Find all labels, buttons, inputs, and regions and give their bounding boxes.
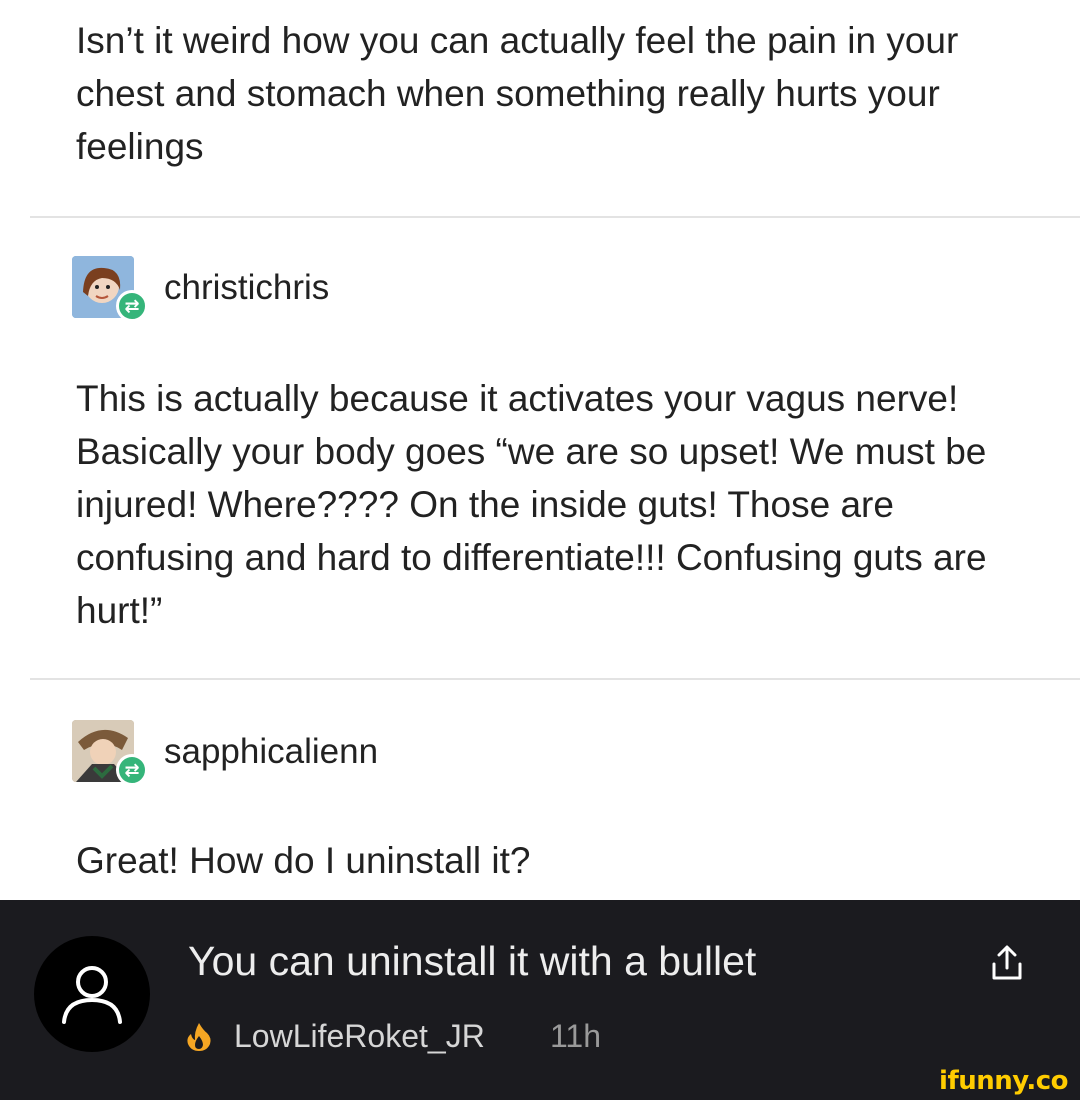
comment-bar: You can uninstall it with a bullet LowLi…	[0, 900, 1080, 1100]
original-post-text: Isn’t it weird how you can actually feel…	[76, 20, 959, 167]
post-screenshot: Isn’t it weird how you can actually feel…	[0, 0, 1080, 900]
comment-text: You can uninstall it with a bullet	[188, 938, 757, 984]
reblog-icon: ⇄	[116, 754, 148, 786]
divider	[30, 216, 1080, 218]
reply-text: Great! How do I uninstall it?	[76, 840, 531, 881]
comment-username[interactable]: LowLifeRoket_JR	[234, 1018, 485, 1055]
watermark: ifunny.co	[939, 1066, 1068, 1096]
user-avatar-icon[interactable]	[34, 936, 150, 1052]
reply-username[interactable]: christichris	[164, 268, 329, 308]
reply-text: This is actually because it activates yo…	[76, 378, 987, 631]
divider	[30, 678, 1080, 680]
share-icon[interactable]	[986, 942, 1028, 984]
fire-icon	[187, 1023, 211, 1051]
comment-timestamp: 11h	[550, 1018, 602, 1054]
reblog-icon: ⇄	[116, 290, 148, 322]
reply-username[interactable]: sapphicalienn	[164, 732, 378, 772]
